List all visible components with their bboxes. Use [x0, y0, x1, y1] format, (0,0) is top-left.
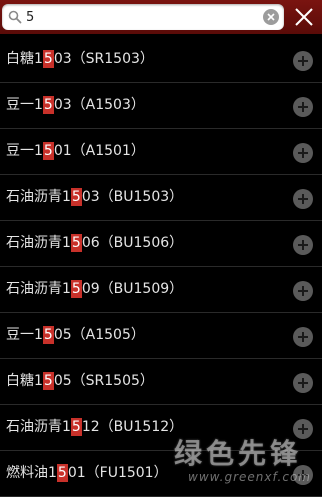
- add-button[interactable]: [293, 419, 313, 439]
- label-suffix: 05（A1505）: [53, 327, 145, 343]
- list-item-label: 白糖1505（SR1505）: [6, 372, 154, 390]
- label-suffix: 09（BU1509）: [81, 281, 184, 297]
- plus-icon: [298, 148, 308, 158]
- plus-icon: [298, 194, 308, 204]
- label-prefix: 豆一1: [6, 327, 43, 343]
- match-highlight: 5: [56, 464, 68, 482]
- plus-icon: [298, 332, 308, 342]
- list-item[interactable]: 石油沥青1506（BU1506）: [0, 221, 322, 267]
- list-item[interactable]: 豆一1501（A1501）: [0, 129, 322, 175]
- add-button[interactable]: [293, 235, 313, 255]
- top-bar: [0, 0, 322, 34]
- list-item[interactable]: 石油沥青1503（BU1503）: [0, 175, 322, 221]
- add-button[interactable]: [293, 51, 313, 71]
- list-item-label: 豆一1505（A1505）: [6, 326, 145, 344]
- add-button[interactable]: [293, 465, 313, 485]
- match-highlight: 5: [70, 418, 82, 436]
- list-item-label: 燃料油1501（FU1501）: [6, 464, 168, 482]
- plus-icon: [298, 378, 308, 388]
- add-button[interactable]: [293, 281, 313, 301]
- label-prefix: 石油沥青1: [6, 419, 71, 435]
- label-suffix: 03（BU1503）: [81, 189, 184, 205]
- search-box[interactable]: [2, 4, 284, 30]
- label-prefix: 豆一1: [6, 97, 43, 113]
- list-item[interactable]: 白糖1503（SR1503）: [0, 37, 322, 83]
- label-suffix: 01（A1501）: [53, 143, 145, 159]
- label-prefix: 白糖1: [6, 51, 43, 67]
- add-button[interactable]: [293, 373, 313, 393]
- list-item[interactable]: 石油沥青1512（BU1512）: [0, 405, 322, 451]
- list-item[interactable]: 豆一1505（A1505）: [0, 313, 322, 359]
- list-item-label: 石油沥青1506（BU1506）: [6, 234, 183, 252]
- list-item-label: 石油沥青1512（BU1512）: [6, 418, 183, 436]
- list-item-label: 石油沥青1509（BU1509）: [6, 280, 183, 298]
- plus-icon: [298, 286, 308, 296]
- match-highlight: 5: [70, 280, 82, 298]
- plus-icon: [298, 424, 308, 434]
- label-suffix: 03（A1503）: [53, 97, 145, 113]
- search-icon: [8, 10, 22, 24]
- close-icon: [295, 8, 313, 26]
- match-highlight: 5: [42, 142, 54, 160]
- add-button[interactable]: [293, 143, 313, 163]
- label-prefix: 石油沥青1: [6, 189, 71, 205]
- label-suffix: 12（BU1512）: [81, 419, 184, 435]
- add-button[interactable]: [293, 327, 313, 347]
- match-highlight: 5: [42, 326, 54, 344]
- label-suffix: 05（SR1505）: [53, 373, 154, 389]
- list-item[interactable]: 白糖1505（SR1505）: [0, 359, 322, 405]
- label-prefix: 白糖1: [6, 373, 43, 389]
- match-highlight: 5: [42, 50, 54, 68]
- match-highlight: 5: [42, 372, 54, 390]
- label-suffix: 03（SR1503）: [53, 51, 154, 67]
- label-suffix: 01（FU1501）: [67, 465, 168, 481]
- list-item-label: 白糖1503（SR1503）: [6, 50, 154, 68]
- list-item-label: 石油沥青1503（BU1503）: [6, 188, 183, 206]
- list-item[interactable]: 燃料油1501（FU1501）: [0, 451, 322, 497]
- label-prefix: 石油沥青1: [6, 235, 71, 251]
- match-highlight: 5: [70, 234, 82, 252]
- clear-search-button[interactable]: [263, 9, 279, 25]
- match-highlight: 5: [42, 96, 54, 114]
- search-results-list: 白糖1503（SR1503） 豆一1503（A1503） 豆一1501（A1501）…: [0, 37, 322, 497]
- add-button[interactable]: [293, 189, 313, 209]
- label-suffix: 06（BU1506）: [81, 235, 184, 251]
- match-highlight: 5: [70, 188, 82, 206]
- label-prefix: 燃料油1: [6, 465, 57, 481]
- list-item-label: 豆一1503（A1503）: [6, 96, 145, 114]
- plus-icon: [298, 240, 308, 250]
- list-item[interactable]: 石油沥青1509（BU1509）: [0, 267, 322, 313]
- plus-icon: [298, 102, 308, 112]
- close-button[interactable]: [290, 3, 318, 31]
- add-button[interactable]: [293, 97, 313, 117]
- plus-icon: [298, 56, 308, 66]
- list-item[interactable]: 豆一1503（A1503）: [0, 83, 322, 129]
- label-prefix: 石油沥青1: [6, 281, 71, 297]
- plus-icon: [298, 470, 308, 480]
- list-item-label: 豆一1501（A1501）: [6, 142, 145, 160]
- label-prefix: 豆一1: [6, 143, 43, 159]
- clear-icon: [267, 13, 275, 21]
- search-input[interactable]: [26, 6, 254, 28]
